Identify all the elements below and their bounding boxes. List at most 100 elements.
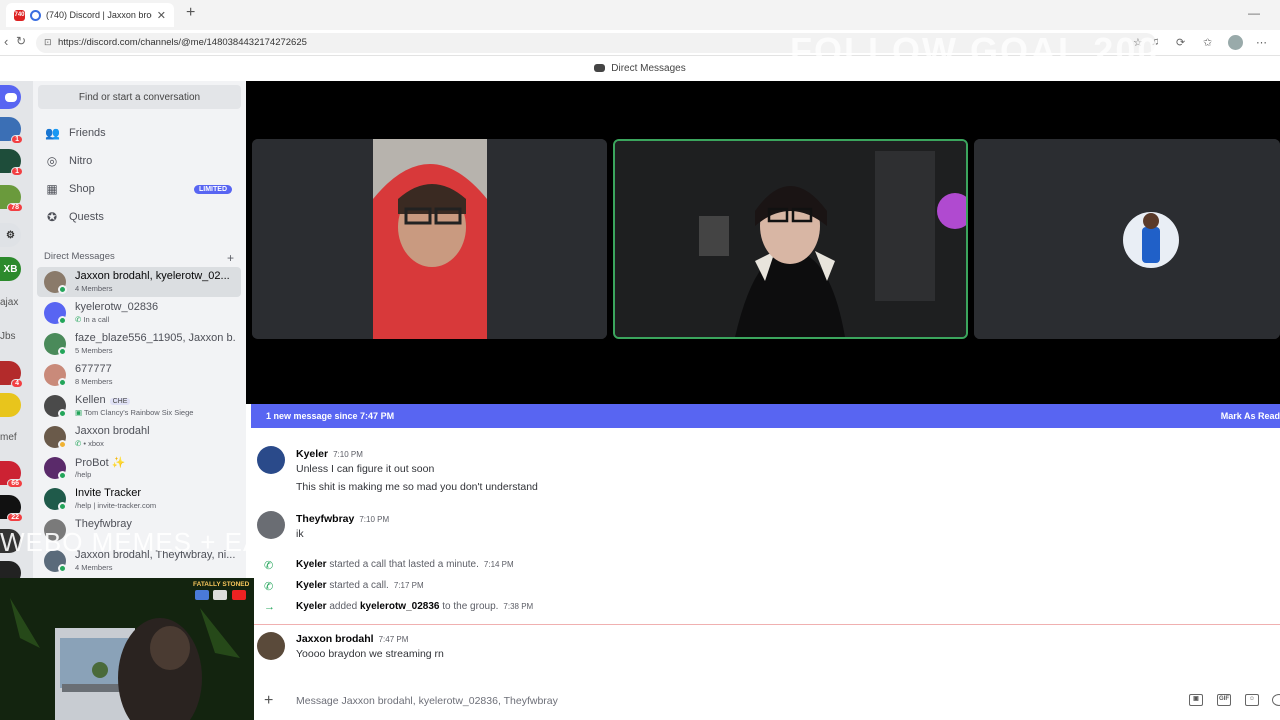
server-label[interactable]: ajax [0,297,18,308]
webcam-brand-label: FATALLY STONED [193,581,250,588]
dm-item[interactable]: faze_blaze556_11905, Jaxxon b... 5 Membe… [37,329,241,359]
dm-subtitle-text: • xbox [83,439,104,448]
dm-name: Kellen CHE [75,394,235,406]
system-text: to the group. [442,601,499,612]
status-indicator [58,471,67,480]
system-actor: Kyeler [296,601,327,612]
reload-icon[interactable]: ↻ [16,34,26,48]
video-tile-speaking[interactable] [613,139,968,339]
create-dm-plus-icon[interactable]: + [227,251,234,265]
video-tile[interactable] [252,139,607,339]
gif-icon[interactable]: GIF [1217,694,1231,706]
game-icon: ▣ [75,408,85,417]
server-icon[interactable]: 4 [0,361,23,388]
new-message-divider [252,624,1280,625]
dm-item[interactable]: kyelerotw_02836 ✆ In a call [37,298,241,328]
server-icon[interactable]: 1 [0,117,23,144]
dm-item[interactable]: Invite Tracker /help | invite-tracker.co… [37,484,241,514]
system-message: Kyeler added kyelerotw_02836 to the grou… [296,601,533,612]
home-button[interactable] [0,85,21,109]
emoji-icon[interactable] [1272,694,1280,706]
message-text: ik [296,528,304,540]
video-tile-avatar[interactable] [974,139,1280,339]
call-area: ✎ [246,81,1280,404]
status-indicator [58,378,67,387]
message-author[interactable]: Theyfwbray 7:10 PM [296,513,389,525]
lock-icon: ⊡ [44,37,52,47]
dm-item[interactable]: Kellen CHE ▣ Tom Clancy's Rainbow Six Sie… [37,391,241,421]
sidebar-item-friends[interactable]: 👥 Friends [37,120,242,146]
url-text: https://discord.com/channels/@me/1480384… [58,37,307,48]
stream-overlay-text-top: FOLLOW GOAL 200 [790,30,1160,71]
new-tab-icon[interactable]: + [186,4,195,22]
server-icon[interactable]: XB [0,257,21,281]
server-icon[interactable] [0,393,21,417]
favorites-icon[interactable]: ✩ [1203,36,1212,49]
back-icon[interactable]: ‹ [4,34,8,49]
sidebar-item-label: Friends [69,127,106,139]
sticker-icon[interactable]: ☺ [1245,694,1259,706]
discord-logo-icon [594,64,606,72]
server-icon[interactable]: 22 [0,495,23,522]
message-composer[interactable]: + Message Jaxxon brodahl, kyelerotw_0283… [252,684,1280,718]
browser-tab[interactable]: 740 (740) Discord | Jaxxon brodahl ✕ [6,3,174,27]
new-messages-banner[interactable]: 1 new message since 7:47 PM Mark As Read [251,404,1280,428]
server-icon[interactable]: 78 [0,185,23,212]
dm-subtitle-text: In a call [83,315,110,324]
dm-subtitle: ▣ Tom Clancy's Rainbow Six Siege [75,408,235,417]
dm-subtitle: /help [75,470,92,479]
dm-item[interactable]: ProBot ✨ /help [37,453,241,483]
status-indicator [58,564,67,573]
extensions-icon[interactable]: ⟳ [1176,36,1185,49]
server-icon[interactable]: 66 [0,461,23,488]
find-conversation-button[interactable]: Find or start a conversation [38,85,241,109]
participant-video [252,139,607,339]
dm-name-text: Kellen [75,394,106,406]
server-label[interactable]: mef [0,432,17,443]
quests-icon: ✪ [46,210,58,224]
message-list: Kyeler 7:10 PM Unless I can figure it out… [252,428,1280,678]
sidebar-item-shop[interactable]: ▦ Shop LIMITED [37,176,242,202]
close-tab-icon[interactable]: ✕ [157,9,166,22]
status-indicator [58,409,67,418]
message-author[interactable]: Kyeler 7:10 PM [296,448,363,460]
message-text: This shit is making me so mad you don't … [296,481,538,493]
limited-badge: LIMITED [194,184,232,194]
add-attachment-icon[interactable]: + [264,692,273,710]
message-timestamp: 7:10 PM [359,515,390,524]
message-timestamp: 7:14 PM [483,560,514,569]
mark-as-read-button[interactable]: Mark As Read [1221,411,1280,421]
avatar [257,632,285,660]
dm-section-header: Direct Messages + [44,251,234,265]
phone-icon: ✆ [264,560,274,572]
gift-icon[interactable]: ▣ [1189,694,1203,706]
dm-item[interactable]: 677777 8 Members [37,360,241,390]
profile-avatar[interactable] [1228,35,1243,50]
system-message: Kyeler started a call. 7:17 PM [296,580,424,591]
menu-dots-icon[interactable]: ⋯ [1256,36,1267,49]
participant-video [615,141,966,337]
sidebar-item-quests[interactable]: ✪ Quests [37,204,242,230]
dm-subtitle: 4 Members [75,284,113,293]
server-icon[interactable]: ⚙ [0,223,21,247]
system-message: Kyeler started a call that lasted a minu… [296,559,514,570]
message-author[interactable]: Jaxxon brodahl 7:47 PM [296,633,408,645]
server-label[interactable]: Jbs [0,331,16,342]
message-input[interactable]: Message Jaxxon brodahl, kyelerotw_02836,… [296,695,558,707]
server-rail: 1 1 78 ⚙ XB ajax Jbs 4 mef 66 22 [0,81,33,601]
author-name: Kyeler [296,448,329,460]
message-timestamp: 7:38 PM [503,602,534,611]
sidebar-item-nitro[interactable]: ◎ Nitro [37,148,242,174]
dm-item[interactable]: Jaxxon brodahl, kyelerotw_02... 4 Member… [37,267,241,297]
sidebar-item-label: Quests [69,211,104,223]
dm-name: ProBot ✨ [75,457,126,469]
friends-icon: 👥 [45,126,60,140]
browser-tab-bar: 740 (740) Discord | Jaxxon brodahl ✕ + — [0,0,1280,30]
system-target[interactable]: kyelerotw_02836 [360,601,440,612]
dm-subtitle: 5 Members [75,346,113,355]
window-title-text: Direct Messages [611,63,686,74]
server-icon[interactable]: 1 [0,149,23,176]
minimize-icon[interactable]: — [1248,6,1260,20]
dm-item[interactable]: Jaxxon brodahl ✆ • xbox [37,422,241,452]
author-name: Jaxxon brodahl [296,633,374,645]
